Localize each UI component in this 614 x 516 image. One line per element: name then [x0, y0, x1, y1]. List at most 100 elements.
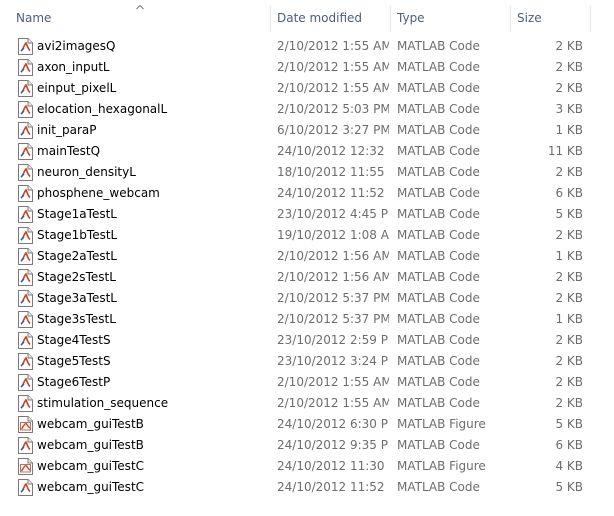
file-date-modified: 24/10/2012 12:32 ... — [277, 144, 389, 158]
file-date-modified: 2/10/2012 1:55 AM — [277, 39, 389, 53]
file-row[interactable]: Stage5TestS 23/10/2012 3:24 PM MATLAB Code… — [0, 351, 614, 372]
file-row[interactable]: webcam_guiTestC 24/10/2012 11:52 ... MATLA… — [0, 477, 614, 498]
file-row[interactable]: Stage1bTestL 19/10/2012 1:08 AM MATLAB Cod… — [0, 225, 614, 246]
file-type: MATLAB Code — [397, 354, 480, 368]
file-type: MATLAB Code — [397, 207, 480, 221]
file-date-modified: 18/10/2012 11:55 ... — [277, 165, 389, 179]
file-size: 2 KB — [555, 60, 583, 74]
column-header-bar: Name Date modified Type Size — [0, 0, 614, 36]
matlab-code-file-icon — [18, 269, 33, 286]
file-type: MATLAB Code — [397, 375, 480, 389]
file-type: MATLAB Code — [397, 39, 480, 53]
file-row[interactable]: Stage2aTestL 2/10/2012 1:56 AM MATLAB Code… — [0, 246, 614, 267]
file-row[interactable]: Stage1aTestL 23/10/2012 4:45 PM MATLAB Cod… — [0, 204, 614, 225]
column-header-size[interactable]: Size — [517, 0, 587, 36]
file-row[interactable]: init_paraP 6/10/2012 3:27 PM MATLAB Code 1 … — [0, 120, 614, 141]
file-name: phosphene_webcam — [37, 186, 160, 200]
file-name: Stage4TestS — [37, 333, 111, 347]
file-type: MATLAB Code — [397, 249, 480, 263]
file-size: 1 KB — [555, 249, 583, 263]
file-row[interactable]: phosphene_webcam 24/10/2012 11:52 ... MATL… — [0, 183, 614, 204]
file-row[interactable]: stimulation_sequence 2/10/2012 1:55 AM MAT… — [0, 393, 614, 414]
file-date-modified: 24/10/2012 9:35 PM — [277, 438, 389, 452]
file-size: 2 KB — [555, 396, 583, 410]
file-name: stimulation_sequence — [37, 396, 169, 410]
file-date-modified: 23/10/2012 4:45 PM — [277, 207, 389, 221]
file-size: 5 KB — [555, 207, 583, 221]
file-date-modified: 6/10/2012 3:27 PM — [277, 123, 389, 137]
file-name: init_paraP — [37, 123, 97, 137]
file-row[interactable]: Stage3aTestL 2/10/2012 5:37 PM MATLAB Code… — [0, 288, 614, 309]
matlab-code-file-icon — [18, 206, 33, 223]
file-type: MATLAB Code — [397, 228, 480, 242]
matlab-code-file-icon — [18, 80, 33, 97]
file-date-modified: 2/10/2012 5:03 PM — [277, 102, 389, 116]
file-type: MATLAB Code — [397, 480, 480, 494]
file-name: elocation_hexagonalL — [37, 102, 168, 116]
file-size: 2 KB — [555, 228, 583, 242]
file-size: 4 KB — [555, 459, 583, 473]
file-type: MATLAB Code — [397, 144, 480, 158]
matlab-code-file-icon — [18, 290, 33, 307]
file-type: MATLAB Code — [397, 312, 480, 326]
matlab-code-file-icon — [18, 59, 33, 76]
file-name: avi2imagesQ — [37, 39, 116, 53]
column-separator[interactable] — [590, 6, 591, 32]
file-name: webcam_guiTestB — [37, 417, 144, 431]
file-row[interactable]: Stage6TestP 2/10/2012 1:55 AM MATLAB Code 2… — [0, 372, 614, 393]
file-date-modified: 2/10/2012 1:56 AM — [277, 249, 389, 263]
file-name: Stage6TestP — [37, 375, 111, 389]
file-size: 5 KB — [555, 417, 583, 431]
file-row[interactable]: Stage3sTestL 2/10/2012 5:37 PM MATLAB Code… — [0, 309, 614, 330]
file-date-modified: 2/10/2012 1:55 AM — [277, 375, 389, 389]
file-row[interactable]: webcam_guiTestB 24/10/2012 9:35 PM MATLAB … — [0, 435, 614, 456]
file-size: 6 KB — [555, 186, 583, 200]
file-name: neuron_densityL — [37, 165, 136, 179]
matlab-code-file-icon — [18, 143, 33, 160]
file-size: 2 KB — [555, 39, 583, 53]
file-date-modified: 24/10/2012 11:30 ... — [277, 459, 389, 473]
file-row[interactable]: einput_pixelL 2/10/2012 1:55 AM MATLAB Cod… — [0, 78, 614, 99]
column-header-type[interactable]: Type — [397, 0, 507, 36]
column-separator[interactable] — [390, 6, 391, 32]
matlab-code-file-icon — [18, 437, 33, 454]
file-name: Stage2sTestL — [37, 270, 116, 284]
file-size: 2 KB — [555, 354, 583, 368]
file-type: MATLAB Code — [397, 81, 480, 95]
file-row[interactable]: Stage2sTestL 2/10/2012 1:56 AM MATLAB Code… — [0, 267, 614, 288]
file-type: MATLAB Code — [397, 270, 480, 284]
file-type: MATLAB Code — [397, 438, 480, 452]
file-row[interactable]: webcam_guiTestB 24/10/2012 6:30 PM MATLAB … — [0, 414, 614, 435]
file-date-modified: 24/10/2012 6:30 PM — [277, 417, 389, 431]
column-header-name[interactable]: Name — [16, 0, 266, 36]
file-size: 2 KB — [555, 291, 583, 305]
file-size: 2 KB — [555, 81, 583, 95]
file-date-modified: 2/10/2012 1:55 AM — [277, 81, 389, 95]
file-type: MATLAB Figure — [397, 459, 486, 473]
file-row[interactable]: axon_inputL 2/10/2012 1:55 AM MATLAB Code 2… — [0, 57, 614, 78]
file-date-modified: 2/10/2012 1:56 AM — [277, 270, 389, 284]
file-size: 2 KB — [555, 333, 583, 347]
file-date-modified: 2/10/2012 5:37 PM — [277, 291, 389, 305]
file-name: Stage3aTestL — [37, 291, 117, 305]
file-row[interactable]: avi2imagesQ 2/10/2012 1:55 AM MATLAB Code 2… — [0, 36, 614, 57]
column-separator[interactable] — [510, 6, 511, 32]
matlab-code-file-icon — [18, 38, 33, 55]
column-separator[interactable] — [270, 6, 271, 32]
file-name: einput_pixelL — [37, 81, 117, 95]
file-name: Stage5TestS — [37, 354, 111, 368]
matlab-code-file-icon — [18, 164, 33, 181]
file-row[interactable]: mainTestQ 24/10/2012 12:32 ... MATLAB Code… — [0, 141, 614, 162]
file-date-modified: 2/10/2012 1:55 AM — [277, 60, 389, 74]
file-row[interactable]: webcam_guiTestC 24/10/2012 11:30 ... MATLA… — [0, 456, 614, 477]
file-row[interactable]: elocation_hexagonalL 2/10/2012 5:03 PM MAT… — [0, 99, 614, 120]
matlab-code-file-icon — [18, 374, 33, 391]
file-size: 2 KB — [555, 270, 583, 284]
file-name: axon_inputL — [37, 60, 110, 74]
matlab-figure-file-icon — [18, 416, 33, 433]
file-row[interactable]: Stage4TestS 23/10/2012 2:59 PM MATLAB Code… — [0, 330, 614, 351]
file-date-modified: 2/10/2012 1:55 AM — [277, 396, 389, 410]
file-row[interactable]: neuron_densityL 18/10/2012 11:55 ... MATLA… — [0, 162, 614, 183]
column-header-date-modified[interactable]: Date modified — [277, 0, 387, 36]
matlab-code-file-icon — [18, 353, 33, 370]
